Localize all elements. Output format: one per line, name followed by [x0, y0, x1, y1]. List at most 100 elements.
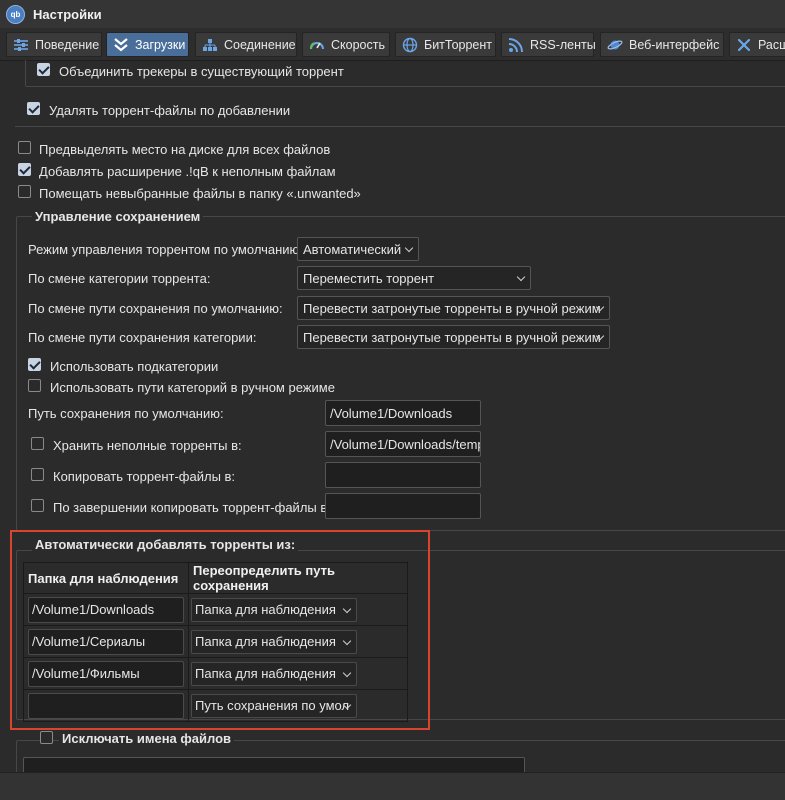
tab-label: Загрузки: [135, 37, 186, 52]
column-header-folder: Папка для наблюдения: [23, 562, 189, 594]
tab-speed[interactable]: Скорость: [302, 32, 390, 57]
override-cell: Папка для наблюдения: [188, 657, 408, 690]
override-cell: Путь сохранения по умол: [188, 689, 408, 722]
copy-finished-label: По завершении копировать торрент-файлы в…: [53, 500, 331, 515]
select-value: Автоматический: [303, 241, 402, 257]
table-row: /Volume1/Downloads Папка для наблюдения: [23, 593, 408, 626]
default-save-path-label: Путь сохранения по умолчанию:: [28, 406, 224, 421]
append-qb-checkbox[interactable]: [18, 163, 31, 176]
override-select[interactable]: Папка для наблюдения: [191, 597, 357, 622]
override-cell: Папка для наблюдения: [188, 593, 408, 626]
exclude-textarea[interactable]: [23, 757, 525, 772]
chevron-down-icon: [342, 604, 352, 613]
copy-torrent-input[interactable]: [325, 462, 481, 488]
tab-label: Веб-интерфейс: [629, 37, 720, 52]
tab-behavior[interactable]: Поведение: [6, 32, 102, 57]
table-row: Путь сохранения по умол: [23, 689, 408, 722]
merge-trackers-checkbox[interactable]: [37, 63, 50, 76]
use-category-paths-checkbox[interactable]: [28, 379, 41, 392]
tab-downloads[interactable]: Загрузки: [106, 32, 189, 57]
tab-label: Соединение: [224, 37, 296, 52]
tab-webui[interactable]: Веб-интерфейс: [600, 32, 724, 57]
override-select[interactable]: Папка для наблюдения: [191, 661, 357, 686]
copy-finished-checkbox[interactable]: [31, 499, 44, 512]
speedometer-icon: [309, 41, 324, 49]
tab-label: RSS-ленты: [530, 37, 596, 52]
unwanted-checkbox[interactable]: [18, 185, 31, 198]
download-chevrons-icon: [114, 37, 128, 51]
copy-torrent-checkbox[interactable]: [31, 468, 44, 481]
folder-input[interactable]: /Volume1/Фильмы: [28, 660, 184, 687]
window-title: Настройки: [33, 6, 102, 22]
planet-icon: [607, 40, 623, 49]
tools-icon: [737, 38, 751, 51]
override-select[interactable]: Папка для наблюдения: [191, 629, 357, 654]
folder-input[interactable]: /Volume1/Сериалы: [28, 628, 184, 655]
keep-incomplete-input[interactable]: /Volume1/Downloads/temp: [325, 431, 481, 457]
input-value: /Volume1/Сериалы: [32, 634, 146, 649]
unwanted-label: Помещать невыбранные файлы в папку «.unw…: [39, 186, 361, 201]
use-category-paths-label: Использовать пути категорий в ручном реж…: [50, 380, 335, 395]
preallocate-checkbox[interactable]: [18, 141, 31, 154]
delete-torrent-files-checkbox[interactable]: [27, 102, 40, 115]
tab-label: Скорость: [331, 37, 385, 52]
title-bar: qb Настройки: [0, 0, 785, 29]
copy-torrent-label: Копировать торрент-файлы в:: [53, 469, 236, 484]
tab-bar: Поведение Загрузки Соединение Скорость Б…: [0, 28, 785, 61]
folder-cell: /Volume1/Сериалы: [23, 625, 189, 658]
preallocate-label: Предвыделять место на диске для всех фай…: [39, 142, 331, 157]
table-header-row: Папка для наблюдения Переопределить путь…: [23, 562, 408, 594]
tab-connection[interactable]: Соединение: [195, 32, 297, 57]
divider: [15, 126, 785, 127]
select-value: Путь сохранения по умол: [195, 698, 350, 713]
tab-advanced[interactable]: Расш: [729, 32, 785, 57]
override-cell: Папка для наблюдения: [188, 625, 408, 658]
app-icon: qb: [6, 4, 25, 24]
select-value: Папка для наблюдения: [195, 666, 336, 681]
folder-cell: /Volume1/Downloads: [23, 593, 189, 626]
column-header-override: Переопределить путь сохранения: [188, 562, 408, 594]
globe-icon: [402, 37, 418, 52]
delete-torrent-files-label: Удалять торрент-файлы по добавлении: [49, 103, 291, 118]
rss-icon: [508, 37, 523, 52]
use-subcategories-checkbox[interactable]: [28, 358, 41, 371]
tab-bittorrent[interactable]: БитТоррент: [395, 32, 496, 57]
auto-add-title: Автоматически добавлять торренты из:: [32, 537, 299, 552]
exclude-checkbox[interactable]: [40, 731, 53, 744]
category-path-change-label: По смене пути сохранения категории:: [28, 330, 257, 345]
default-path-change-label: По смене пути сохранения по умолчанию:: [28, 301, 283, 316]
category-change-label: По смене категории торрента:: [28, 271, 211, 286]
folder-input[interactable]: /Volume1/Downloads: [28, 596, 184, 623]
category-path-change-select[interactable]: Перевести затронутые торренты в ручной р…: [297, 325, 610, 349]
exclude-title: Исключать имена файлов: [59, 731, 234, 746]
folder-cell: [23, 689, 189, 722]
tab-rss[interactable]: RSS-ленты: [501, 32, 596, 57]
input-value: /Volume1/Downloads: [330, 405, 453, 421]
tab-label: БитТоррент: [424, 37, 493, 52]
select-value: Перевести затронутые торренты в ручной р…: [303, 300, 601, 316]
default-save-path-input[interactable]: /Volume1/Downloads: [325, 400, 481, 426]
table-row: /Volume1/Фильмы Папка для наблюдения: [23, 657, 408, 690]
select-value: Переместить торрент: [303, 270, 435, 286]
copy-finished-input[interactable]: [325, 493, 481, 519]
select-value: Папка для наблюдения: [195, 602, 336, 617]
table-row: /Volume1/Сериалы Папка для наблюдения: [23, 625, 408, 658]
append-qb-label: Добавлять расширение .!qB к неполным фай…: [39, 164, 336, 179]
folder-input[interactable]: [28, 692, 184, 719]
input-value: /Volume1/Downloads: [32, 602, 155, 617]
select-value: Перевести затронутые торренты в ручной р…: [303, 329, 601, 345]
override-select[interactable]: Путь сохранения по умол: [191, 693, 357, 718]
sliders-icon: [14, 38, 28, 51]
input-value: /Volume1/Фильмы: [32, 666, 140, 681]
default-mode-select[interactable]: Автоматический: [297, 237, 419, 261]
tab-label: Поведение: [35, 37, 100, 52]
network-icon: [203, 38, 217, 51]
keep-incomplete-checkbox[interactable]: [31, 437, 44, 450]
merge-trackers-label: Объединить трекеры в существующий торрен…: [59, 64, 344, 79]
input-value: /Volume1/Downloads/temp: [330, 436, 481, 452]
default-mode-label: Режим управления торрентом по умолчанию:: [28, 242, 303, 257]
folder-cell: /Volume1/Фильмы: [23, 657, 189, 690]
downloads-page: Объединить трекеры в существующий торрен…: [0, 60, 785, 772]
default-path-change-select[interactable]: Перевести затронутые торренты в ручной р…: [297, 296, 610, 320]
category-change-select[interactable]: Переместить торрент: [297, 266, 531, 290]
